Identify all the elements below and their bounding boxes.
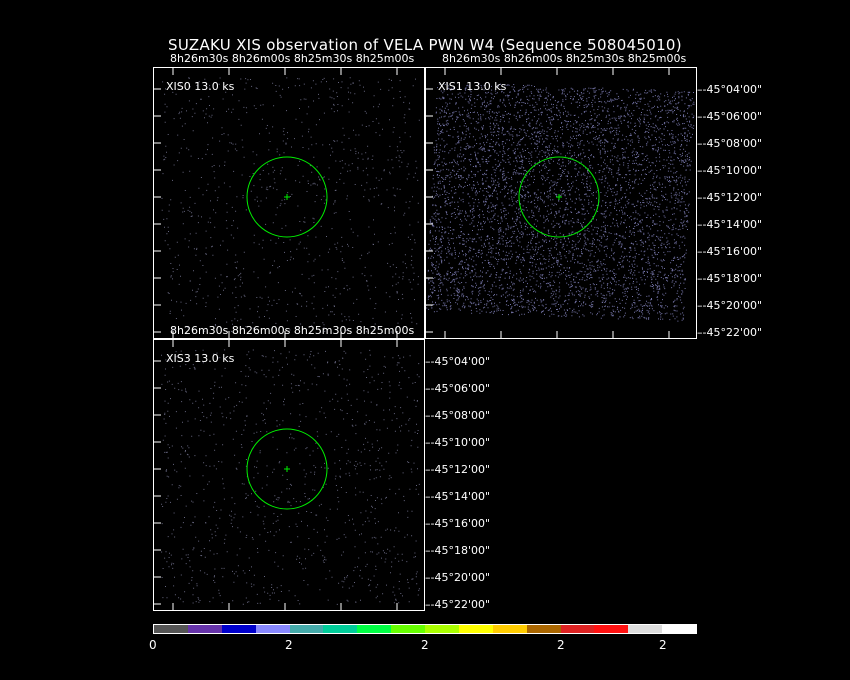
dec-label: –-45°16'00" [425,517,491,530]
panel-label-xis3: XIS3 13.0 ks [166,352,235,365]
dec-label: –-45°20'00" [425,571,491,584]
colorbar-label: 2 [557,638,565,652]
colorbar-swatch [425,625,459,633]
event-pixels [161,349,420,605]
colorbar-label: 2 [659,638,667,652]
dec-label: –-45°10'00" [697,164,763,177]
dec-label: –-45°06'00" [425,382,491,395]
colorbar [153,624,697,634]
dec-label: –-45°16'00" [697,245,763,258]
colorbar-swatch [391,625,425,633]
event-pixels [161,77,420,333]
dec-label: –-45°14'00" [425,490,491,503]
colorbar-swatch [458,625,493,633]
dec-label: –-45°12'00" [425,463,491,476]
panel-label-xis1: XIS1 13.0 ks [438,80,507,93]
colorbar-swatch [187,625,222,633]
dec-label: –-45°06'00" [697,110,763,123]
event-pixels [425,82,695,322]
event-pixels [161,349,420,605]
dec-label: –-45°18'00" [425,544,491,557]
colorbar-label: 2 [285,638,293,652]
dec-label: –-45°20'00" [697,299,763,312]
dec-label: –-45°04'00" [425,355,491,368]
colorbar-swatch [526,625,561,633]
dec-label: –-45°12'00" [697,191,763,204]
colorbar-label: 2 [421,638,429,652]
colorbar-swatch [289,625,324,633]
colorbar-swatch [357,625,392,633]
dec-label: –-45°18'00" [697,272,763,285]
dec-label: –-45°08'00" [697,137,763,150]
colorbar-swatch [154,625,188,633]
event-pixels [161,77,420,333]
dec-label: –-45°08'00" [425,409,491,422]
colorbar-swatch [492,625,527,633]
dec-label: –-45°22'00" [697,326,763,339]
panel-label-xis0: XIS0 13.0 ks [166,80,235,93]
colorbar-swatch [560,625,595,633]
colorbar-swatch [662,625,696,633]
dec-label: –-45°10'00" [425,436,491,449]
dec-label: –-45°04'00" [697,83,763,96]
colorbar-label: 0 [149,638,157,652]
colorbar-swatch [323,625,358,633]
colorbar-swatch [594,625,629,633]
colorbar-swatch [255,625,290,633]
event-pixels [425,82,695,322]
colorbar-swatch [221,625,256,633]
colorbar-swatch [628,625,663,633]
dec-label: –-45°22'00" [425,598,491,611]
dec-label: –-45°14'00" [697,218,763,231]
